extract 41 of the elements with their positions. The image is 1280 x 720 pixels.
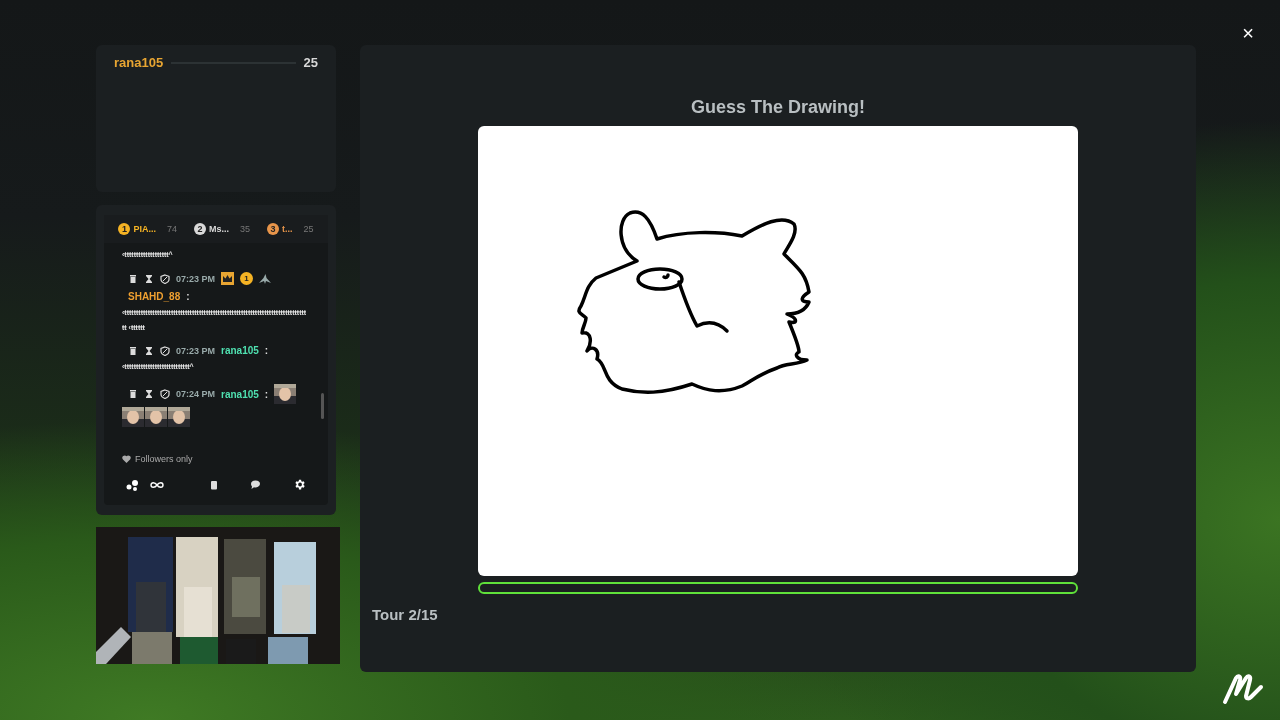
medal-icon: 2 (194, 223, 206, 235)
trash-icon[interactable] (128, 273, 138, 284)
shield-icon[interactable] (160, 345, 170, 356)
heart-icon (122, 455, 131, 463)
rank-badge: 1 (240, 272, 254, 285)
top-player-score: 35 (240, 224, 250, 234)
top-player-name: Ms... (209, 224, 229, 234)
chat-username[interactable]: SHAHD_88 (128, 291, 181, 302)
infinity-icon[interactable] (150, 480, 164, 489)
trash-icon[interactable] (128, 345, 138, 356)
hourglass-icon[interactable] (144, 273, 154, 284)
top-player-name: PIA... (133, 224, 156, 234)
followers-only-label: Followers only (135, 454, 193, 464)
medal-icon: 1 (118, 223, 131, 235)
shield-icon[interactable] (160, 273, 170, 284)
top-player-score: 25 (303, 224, 314, 234)
medal-icon: 3 (267, 223, 279, 235)
crown-icon (221, 272, 235, 285)
shield-icon[interactable] (160, 389, 170, 399)
game-title: Guess The Drawing! (690, 97, 865, 118)
settings-icon[interactable] (293, 478, 306, 491)
colon: : (264, 345, 269, 356)
top-player-score: 74 (167, 224, 177, 234)
hourglass-icon[interactable] (144, 389, 154, 399)
player-score: 25 (303, 55, 318, 70)
chat-bubble-icon[interactable] (250, 479, 261, 490)
round-counter: Tour 2/15 (372, 606, 438, 623)
hourglass-icon[interactable] (144, 345, 154, 356)
chat-username[interactable]: rana105 (221, 388, 259, 400)
message-time: 07:23 PM (176, 345, 216, 356)
dots-icon[interactable] (126, 478, 140, 491)
trash-icon[interactable] (128, 389, 138, 399)
player-name: rana105 (114, 55, 164, 70)
message-time: 07:23 PM (176, 273, 216, 284)
colon: : (264, 388, 269, 400)
top-player-name: t... (282, 224, 293, 234)
chat-username[interactable]: rana105 (221, 345, 259, 356)
clipboard-icon[interactable] (210, 479, 218, 490)
colon: : (186, 291, 190, 302)
message-time: 07:24 PM (176, 389, 216, 399)
close-button[interactable]: × (1236, 20, 1260, 47)
